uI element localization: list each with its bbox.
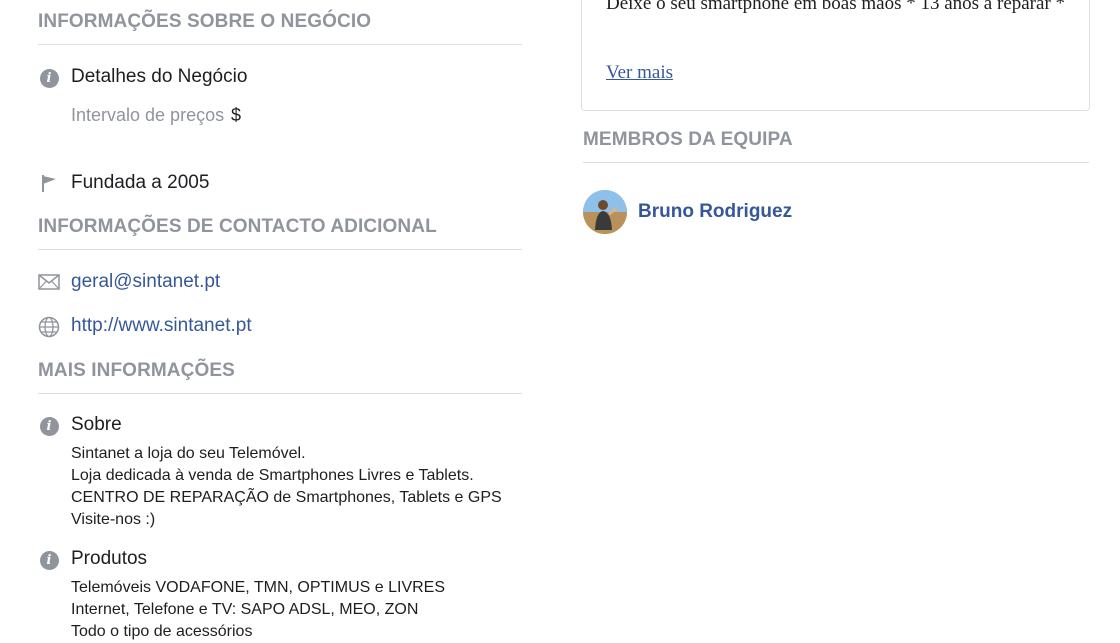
business-info-header: INFORMAÇÕES SOBRE O NEGÓCIO <box>38 11 522 45</box>
founded-row: Fundada a 2005 <box>38 171 511 195</box>
products-title: Produtos <box>71 548 148 569</box>
products-line: Todo o tipo de acessórios <box>71 623 253 640</box>
founded-text: Fundada a 2005 <box>71 172 210 193</box>
info-icon: i <box>38 415 60 437</box>
globe-icon <box>38 316 60 338</box>
member-name-link[interactable]: Bruno Rodriguez <box>638 201 792 223</box>
email-row: geral@sintanet.pt <box>38 270 511 294</box>
envelope-icon <box>38 271 60 293</box>
more-info-header: MAIS INFORMAÇÕES <box>38 360 522 394</box>
team-header: MEMBROS DA EQUIPA <box>583 129 1089 163</box>
price-range-label: Intervalo de preços <box>71 105 225 125</box>
about-description: Sintanet a loja do seu Telemóvel. Loja d… <box>71 443 541 531</box>
story-card: Deixe o seu smartphone em boas mãos * 13… <box>581 0 1090 111</box>
email-link[interactable]: geral@sintanet.pt <box>71 271 220 292</box>
story-text: Deixe o seu smartphone em boas mãos * 13… <box>606 0 1066 14</box>
avatar[interactable] <box>583 190 627 234</box>
products-line: Internet, Telefone e TV: SAPO ADSL, MEO,… <box>71 601 419 618</box>
about-title: Sobre <box>71 414 122 435</box>
business-details-title: Detalhes do Negócio <box>71 66 248 87</box>
about-line: Sintanet a loja do seu Telemóvel. <box>71 445 306 462</box>
products-row: i Produtos Telemóveis VODAFONE, TMN, OPT… <box>38 547 541 643</box>
about-row: i Sobre Sintanet a loja do seu Telemóvel… <box>38 413 541 531</box>
products-line: Telemóveis VODAFONE, TMN, OPTIMUS e LIVR… <box>71 579 446 596</box>
products-description: Telemóveis VODAFONE, TMN, OPTIMUS e LIVR… <box>71 577 541 643</box>
business-details-row: i Detalhes do Negócio Intervalo de preço… <box>38 65 511 128</box>
info-icon: i <box>38 67 60 89</box>
see-more-link[interactable]: Ver mais <box>606 62 673 84</box>
price-range-value: $ <box>231 105 242 125</box>
about-line: Loja dedicada à venda de Smartphones Liv… <box>71 467 474 484</box>
about-line: CENTRO DE REPARAÇÃO de Smartphones, Tabl… <box>71 489 502 506</box>
website-row: http://www.sintanet.pt <box>38 314 511 338</box>
about-line: Visite-nos :) <box>71 511 156 528</box>
price-range-row: Intervalo de preços $ <box>71 103 511 128</box>
flag-icon <box>38 172 60 194</box>
website-link[interactable]: http://www.sintanet.pt <box>71 315 252 336</box>
contact-info-header: INFORMAÇÕES DE CONTACTO ADICIONAL <box>38 216 522 250</box>
info-icon: i <box>38 549 60 571</box>
team-member[interactable]: Bruno Rodriguez <box>583 190 792 234</box>
